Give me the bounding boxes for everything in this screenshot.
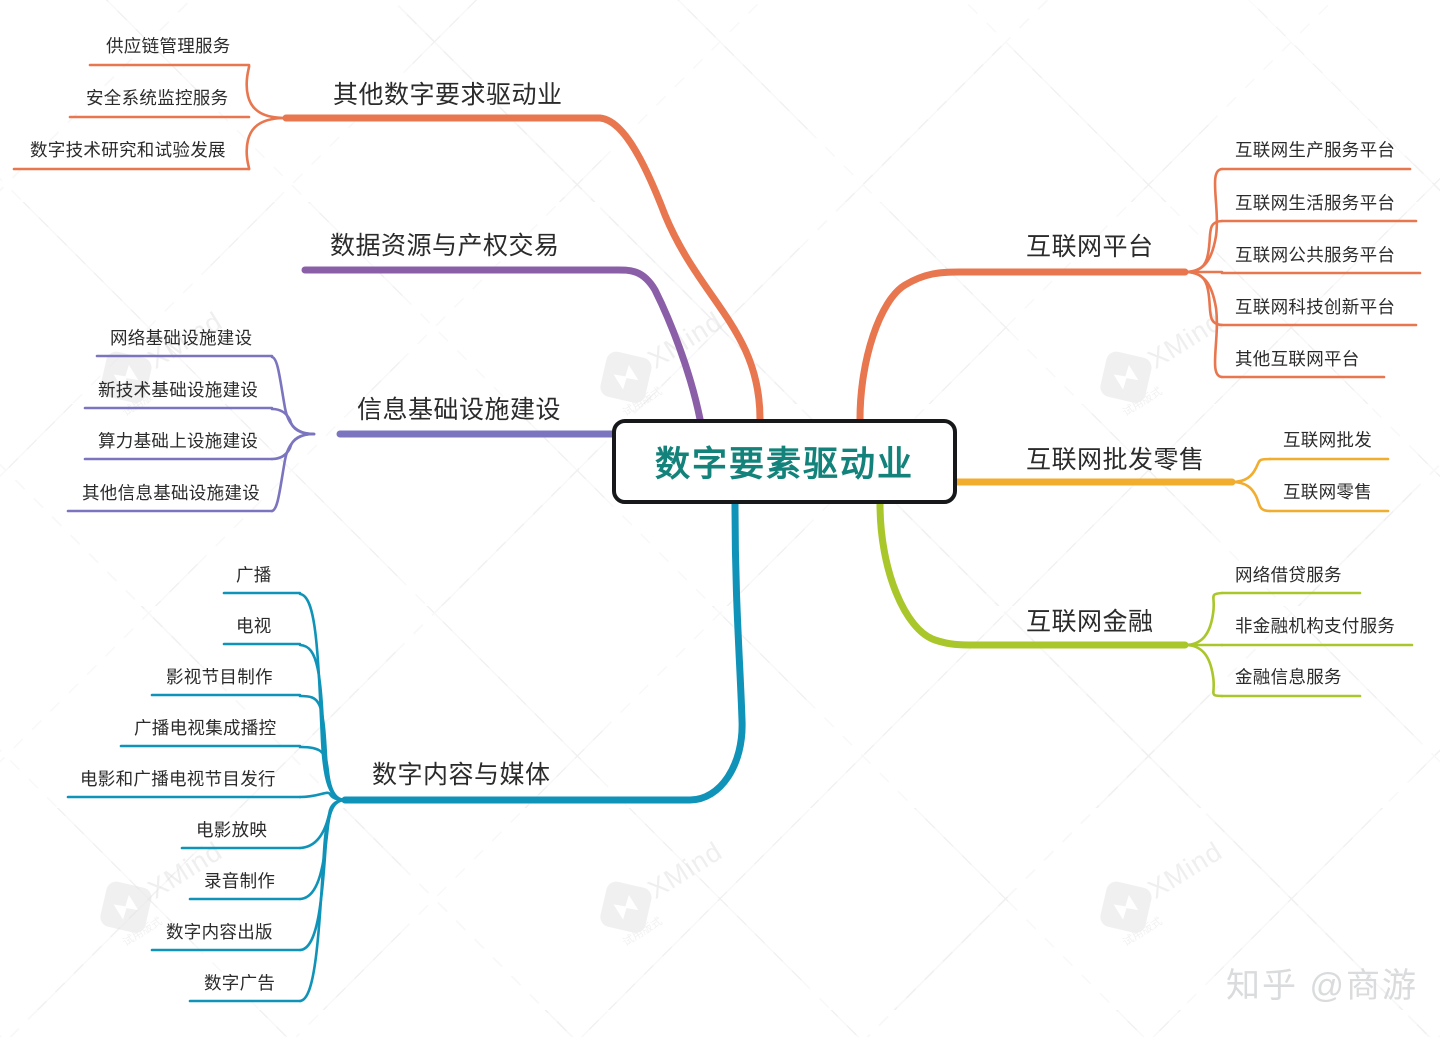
connector-internet-retail-0 bbox=[1230, 457, 1272, 484]
connector-digital-content-5 bbox=[298, 798, 347, 850]
leaf-label-internet-retail-1[interactable]: 互联网零售 bbox=[1283, 479, 1372, 504]
connector-internet-finance-2 bbox=[1183, 643, 1224, 698]
connector-other-digital-1 bbox=[245, 116, 288, 171]
leaf-label-internet-platform-4[interactable]: 其他互联网平台 bbox=[1235, 346, 1360, 371]
leaf-label-digital-content-7[interactable]: 数字内容出版 bbox=[166, 919, 273, 944]
leaf-label-digital-content-8[interactable]: 数字广告 bbox=[204, 970, 275, 995]
branch-label-info-infra[interactable]: 信息基础设施建设 bbox=[357, 390, 561, 426]
leaf-label-digital-content-0[interactable]: 广播 bbox=[236, 562, 272, 587]
connector-info-infra-1 bbox=[270, 407, 316, 436]
leaf-label-digital-content-3[interactable]: 广播电视集成播控 bbox=[134, 715, 276, 740]
connector-lines bbox=[245, 64, 1272, 1003]
leaf-label-digital-content-6[interactable]: 录音制作 bbox=[204, 868, 275, 893]
connector-digital-content-3 bbox=[298, 745, 347, 802]
connector-internet-finance-0 bbox=[1183, 591, 1224, 647]
leaf-label-other-digital-1[interactable]: 安全系统监控服务 bbox=[86, 85, 228, 110]
leaf-label-digital-content-5[interactable]: 电影放映 bbox=[196, 817, 267, 842]
leaf-label-info-infra-1[interactable]: 新技术基础设施建设 bbox=[98, 377, 258, 402]
leaf-label-internet-finance-2[interactable]: 金融信息服务 bbox=[1235, 664, 1342, 689]
leaf-label-info-infra-0[interactable]: 网络基础设施建设 bbox=[110, 325, 252, 350]
leaf-underlines bbox=[12, 63, 1422, 1003]
leaf-label-digital-content-2[interactable]: 影视节目制作 bbox=[166, 664, 273, 689]
leaf-label-other-digital-2[interactable]: 数字技术研究和试验发展 bbox=[30, 137, 226, 162]
connector-info-infra-2 bbox=[270, 432, 316, 461]
central-node[interactable]: 数字要素驱动业 bbox=[612, 419, 957, 504]
leaf-label-digital-content-4[interactable]: 电影和广播电视节目发行 bbox=[80, 766, 276, 791]
branch-label-internet-platform[interactable]: 互联网平台 bbox=[1026, 227, 1154, 263]
connector-info-infra-3 bbox=[270, 432, 316, 513]
branch-label-internet-retail[interactable]: 互联网批发零售 bbox=[1026, 440, 1205, 476]
leaf-label-info-infra-3[interactable]: 其他信息基础设施建设 bbox=[82, 480, 260, 505]
leaf-label-digital-content-1[interactable]: 电视 bbox=[236, 613, 272, 638]
leaf-label-internet-retail-0[interactable]: 互联网批发 bbox=[1283, 427, 1372, 452]
connector-other-digital-0 bbox=[245, 64, 288, 120]
leaf-label-internet-finance-1[interactable]: 非金融机构支付服务 bbox=[1235, 613, 1395, 638]
connector-info-infra-0 bbox=[270, 355, 316, 436]
leaf-label-internet-platform-1[interactable]: 互联网生活服务平台 bbox=[1235, 190, 1395, 215]
trunk-internet-platform bbox=[856, 268, 1189, 423]
branch-label-data-resource[interactable]: 数据资源与产权交易 bbox=[330, 226, 560, 262]
branch-label-digital-content[interactable]: 数字内容与媒体 bbox=[372, 755, 551, 791]
leaf-label-internet-platform-2[interactable]: 互联网公共服务平台 bbox=[1235, 242, 1395, 267]
leaf-label-info-infra-2[interactable]: 算力基础上设施建设 bbox=[98, 428, 258, 453]
connector-internet-platform-4 bbox=[1183, 270, 1224, 379]
leaf-label-internet-platform-0[interactable]: 互联网生产服务平台 bbox=[1235, 137, 1395, 162]
leaf-label-other-digital-0[interactable]: 供应链管理服务 bbox=[106, 33, 231, 58]
connector-internet-platform-0 bbox=[1183, 167, 1224, 274]
connector-internet-retail-1 bbox=[1230, 480, 1272, 513]
leaf-label-internet-platform-3[interactable]: 互联网科技创新平台 bbox=[1235, 294, 1395, 319]
branch-label-internet-finance[interactable]: 互联网金融 bbox=[1026, 602, 1154, 638]
mindmap-canvas: XMind 试用版式 XMind 试用版式 XMind 试用版式 XMind 试用版式 XMin… bbox=[0, 0, 1440, 1037]
central-node-label: 数字要素驱动业 bbox=[654, 445, 914, 484]
leaf-label-internet-finance-0[interactable]: 网络借贷服务 bbox=[1235, 562, 1342, 587]
branch-label-other-digital[interactable]: 其他数字要求驱动业 bbox=[333, 75, 563, 111]
